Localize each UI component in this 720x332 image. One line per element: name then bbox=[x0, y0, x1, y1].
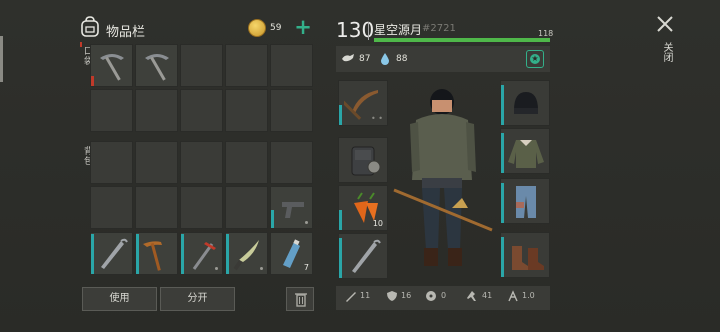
pocket-slot-6[interactable] bbox=[90, 89, 133, 132]
jacket-icon bbox=[508, 140, 544, 168]
inventory-header: 物品栏 59 + bbox=[80, 14, 320, 44]
equip-legs-slot[interactable] bbox=[500, 178, 550, 224]
pocket-slot-7[interactable] bbox=[135, 89, 178, 132]
backpack-icon bbox=[351, 146, 381, 176]
equip-backpack-slot[interactable] bbox=[338, 137, 388, 183]
backpack-slot-5[interactable] bbox=[270, 141, 313, 184]
equip-food-slot[interactable]: 10 bbox=[338, 185, 388, 231]
close-button[interactable] bbox=[655, 14, 675, 34]
water-drop-icon bbox=[381, 53, 389, 65]
hp-value: 118 bbox=[538, 29, 554, 38]
edge-tab[interactable] bbox=[0, 36, 3, 82]
backpack-slot-3[interactable] bbox=[180, 141, 223, 184]
pickaxe-icon bbox=[145, 54, 169, 81]
close-label[interactable]: 关闭 bbox=[659, 42, 674, 62]
item-count: 7 bbox=[303, 263, 309, 272]
backpack-slot-7[interactable] bbox=[135, 186, 178, 229]
pocket-slot-9[interactable] bbox=[225, 89, 268, 132]
hockey-stick-icon bbox=[143, 241, 162, 271]
backpack-slot-15[interactable]: 7 bbox=[270, 232, 313, 275]
backpack-slot-8[interactable] bbox=[180, 186, 223, 229]
attack-icon bbox=[346, 292, 356, 302]
add-coins-button[interactable]: + bbox=[293, 17, 313, 38]
backpack-slot-14[interactable] bbox=[225, 232, 268, 275]
backpack-slot-2[interactable] bbox=[135, 141, 178, 184]
backpack-icon bbox=[81, 16, 99, 37]
player-id: #2721 bbox=[422, 23, 456, 34]
beanie-icon bbox=[514, 92, 538, 114]
defense-value: 16 bbox=[401, 291, 412, 300]
backpack-slot-10[interactable] bbox=[270, 186, 313, 229]
pocket-slot-10[interactable] bbox=[270, 89, 313, 132]
favorite-button[interactable]: ★ bbox=[526, 50, 544, 68]
star-icon: ★ bbox=[530, 54, 540, 64]
food-icon bbox=[342, 54, 354, 62]
item-count: 10 bbox=[372, 219, 383, 228]
backpack-slot-13[interactable] bbox=[180, 232, 223, 275]
close-icon bbox=[657, 16, 673, 32]
defense-icon bbox=[387, 291, 397, 301]
equip-tool-slot[interactable] bbox=[338, 233, 388, 279]
coin-count: 59 bbox=[270, 23, 282, 33]
backpack-slot-12[interactable] bbox=[135, 232, 178, 275]
water-value: 88 bbox=[396, 54, 408, 64]
coin-icon bbox=[248, 19, 266, 37]
equip-body-slot[interactable] bbox=[500, 128, 550, 174]
pickaxe-icon bbox=[100, 54, 124, 81]
backpack-slot-9[interactable] bbox=[225, 186, 268, 229]
backpack-slot-11[interactable] bbox=[90, 232, 133, 275]
trash-icon bbox=[295, 293, 307, 307]
split-button[interactable]: 分开 bbox=[160, 287, 235, 311]
pocket-slot-5[interactable] bbox=[270, 44, 313, 87]
trash-button[interactable] bbox=[286, 287, 314, 311]
food-value: 87 bbox=[359, 54, 371, 64]
pocket-slot-3[interactable] bbox=[180, 44, 223, 87]
stealth-value: 1.0 bbox=[522, 291, 535, 300]
slot-indicator: • • bbox=[371, 114, 383, 123]
equip-feet-slot[interactable] bbox=[500, 232, 550, 278]
hp-bar-fill bbox=[374, 38, 550, 42]
inventory-title: 物品栏 bbox=[106, 25, 146, 40]
level-divider bbox=[368, 22, 369, 40]
attack-value: 11 bbox=[360, 291, 371, 300]
equip-weapon-slot[interactable]: • • bbox=[338, 80, 388, 126]
speed-value: 41 bbox=[482, 291, 493, 300]
radiation-value: 0 bbox=[441, 291, 447, 300]
backpack-slot-4[interactable] bbox=[225, 141, 268, 184]
pocket-slot-2[interactable] bbox=[135, 44, 178, 87]
backpack-slot-6[interactable] bbox=[90, 186, 133, 229]
crowbar-icon bbox=[352, 239, 381, 273]
boots-icon bbox=[512, 246, 544, 270]
crowbar-icon bbox=[101, 238, 128, 269]
radiation-icon bbox=[426, 291, 436, 301]
stealth-icon bbox=[508, 290, 518, 302]
pocket-slot-1[interactable] bbox=[90, 44, 133, 87]
backpack-slot-1[interactable] bbox=[90, 141, 133, 184]
equip-head-slot[interactable] bbox=[500, 80, 550, 126]
character-model bbox=[393, 89, 493, 266]
speed-icon bbox=[467, 291, 476, 301]
pocket-slot-8[interactable] bbox=[180, 89, 223, 132]
pocket-slot-4[interactable] bbox=[225, 44, 268, 87]
player-name: 星空源月 bbox=[374, 23, 423, 37]
use-button[interactable]: 使用 bbox=[82, 287, 157, 311]
pants-icon bbox=[516, 186, 536, 218]
